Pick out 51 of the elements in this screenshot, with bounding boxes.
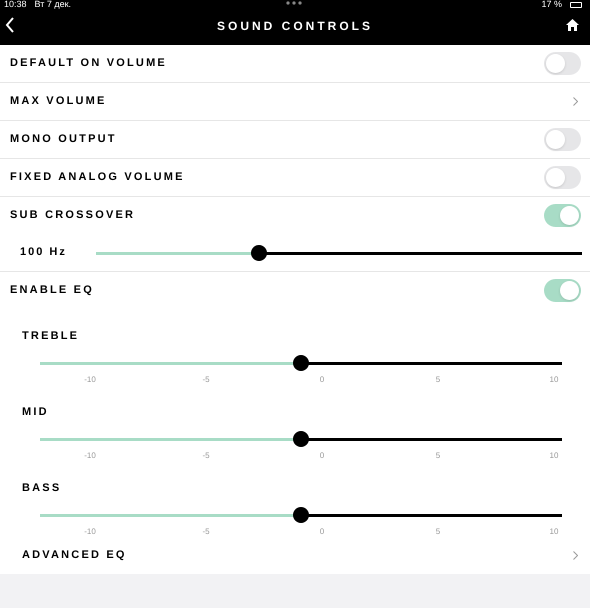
tick-label: 5	[436, 374, 440, 386]
slider-thumb[interactable]	[293, 431, 309, 447]
screen-title: SOUND CONTROLS	[216, 18, 374, 35]
slider-value: 100 Hz	[20, 245, 68, 260]
setting-label: ADVANCED EQ	[22, 548, 127, 564]
setting-label: FIXED ANALOG VOLUME	[10, 170, 185, 186]
setting-label: TREBLE	[22, 330, 80, 342]
tick-label: 0	[320, 526, 324, 538]
tick-label: -10	[84, 526, 96, 538]
tick-label: -5	[202, 450, 210, 462]
tick-label: -10	[84, 450, 96, 462]
tick-label: 0	[320, 374, 324, 386]
tick-label: -5	[202, 526, 210, 538]
slider-thumb[interactable]	[250, 244, 267, 260]
slider-track[interactable]	[40, 507, 562, 523]
setting-label: MONO OUTPUT	[10, 132, 117, 148]
slider-track[interactable]	[40, 431, 562, 447]
toggle-switch[interactable]	[544, 204, 581, 227]
setting-label: MAX VOLUME	[10, 94, 107, 110]
slider-thumb[interactable]	[293, 507, 309, 523]
slider-track[interactable]	[96, 244, 582, 260]
toggle-switch[interactable]	[544, 166, 581, 189]
tick-label: 10	[550, 526, 558, 538]
status-date: Вт 7 дек.	[34, 0, 72, 9]
tick-label: 5	[436, 526, 440, 538]
slider-track[interactable]	[40, 355, 562, 371]
status-battery: 17 %	[541, 0, 562, 9]
tick-label: 10	[550, 374, 558, 386]
chevron-icon	[573, 551, 578, 560]
back-button[interactable]	[5, 17, 15, 33]
setting-label: MID	[22, 406, 49, 418]
tick-label: 0	[320, 450, 324, 462]
tick-label: 5	[436, 450, 440, 462]
home-button[interactable]	[566, 19, 579, 31]
tick-label: 10	[550, 450, 558, 462]
multitasking-icon[interactable]	[286, 1, 302, 5]
toggle-switch[interactable]	[544, 52, 581, 75]
battery-icon	[570, 2, 582, 8]
status-time: 10:38	[4, 0, 27, 9]
setting-label: ENABLE EQ	[10, 283, 94, 298]
tick-label: -5	[202, 374, 210, 386]
toggle-switch[interactable]	[544, 128, 581, 151]
slider-thumb[interactable]	[293, 355, 309, 371]
setting-label: DEFAULT ON VOLUME	[10, 56, 167, 72]
setting-label: SUB CROSSOVER	[10, 208, 136, 224]
chevron-icon	[573, 97, 578, 106]
settings-row[interactable]: ADVANCED EQ	[0, 537, 590, 574]
toggle-switch[interactable]	[544, 279, 581, 302]
tick-label: -10	[84, 374, 96, 386]
settings-row[interactable]: MAX VOLUME	[0, 83, 590, 120]
setting-label: BASS	[22, 482, 62, 494]
